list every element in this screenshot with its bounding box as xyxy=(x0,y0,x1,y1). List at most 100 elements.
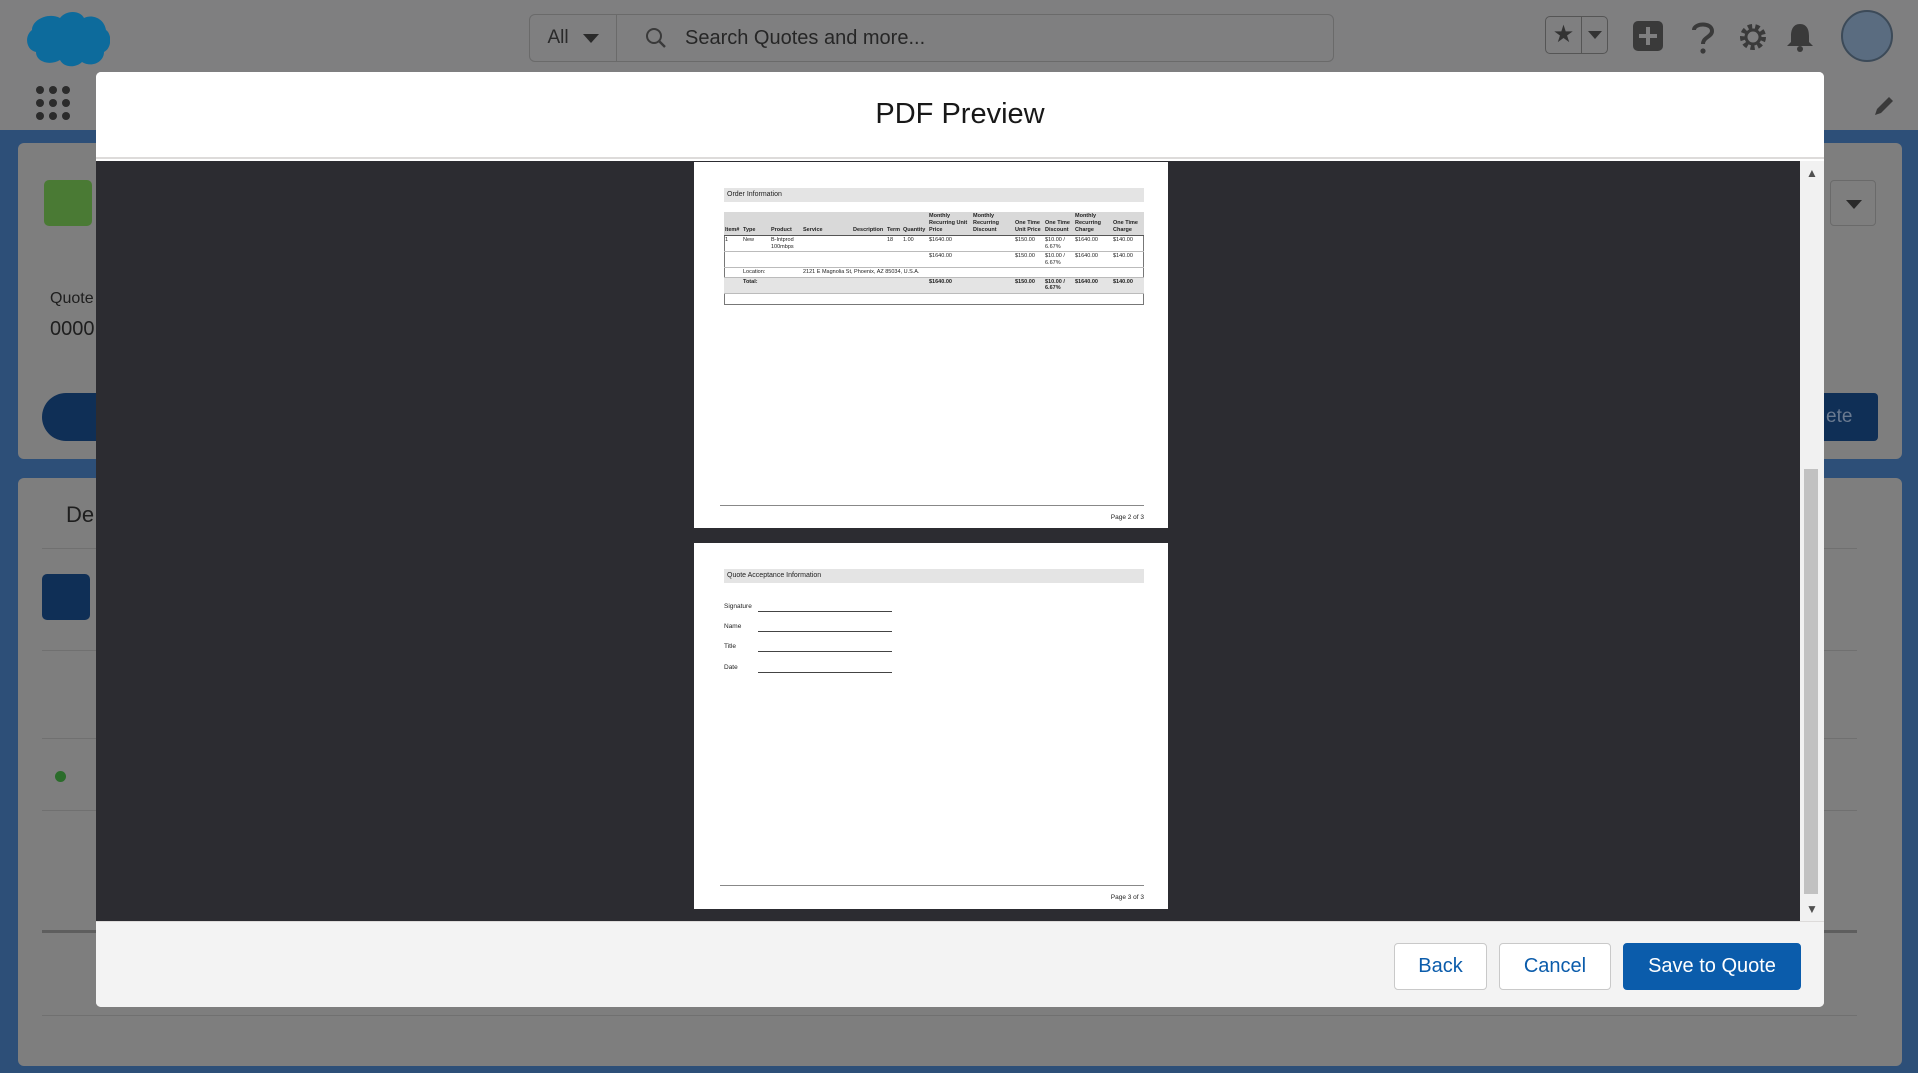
total-label: Total: xyxy=(742,276,928,294)
title-label: Title xyxy=(724,643,737,650)
table-cell xyxy=(770,251,802,268)
scrollbar-thumb[interactable] xyxy=(1804,469,1818,894)
table-cell: $10.00 / 6.67% xyxy=(1044,235,1074,252)
name-line xyxy=(758,631,892,632)
column-header: Item# xyxy=(724,212,742,236)
cancel-button[interactable]: Cancel xyxy=(1499,943,1611,990)
notification-bell-icon[interactable] xyxy=(1786,22,1814,52)
quote-acceptance-header: Quote Acceptance Information xyxy=(724,569,1144,583)
scroll-up-icon[interactable]: ▲ xyxy=(1800,163,1824,183)
column-header: Monthly Recurring Charge xyxy=(1074,212,1112,236)
total-cell: $10.00 / 6.67% xyxy=(1044,276,1074,294)
order-table: Item# Type Product Service Description T… xyxy=(724,212,1144,294)
expand-icon[interactable] xyxy=(42,574,90,620)
location-value: 2121 E Magnolia St, Phoenix, AZ 85034, U… xyxy=(802,267,1144,278)
star-icon: ★ xyxy=(1546,17,1582,53)
column-header: Description xyxy=(852,212,886,236)
column-header: Product xyxy=(770,212,802,236)
user-avatar[interactable] xyxy=(1841,10,1893,62)
table-cell xyxy=(802,235,852,252)
date-label: Date xyxy=(724,664,738,671)
page-number: Page 3 of 3 xyxy=(1110,894,1144,901)
add-icon[interactable] xyxy=(1632,20,1664,52)
divider xyxy=(42,1015,1857,1016)
table-cell: B-Intprod 100mbps xyxy=(770,235,802,252)
salesforce-logo xyxy=(27,12,110,67)
gear-icon[interactable] xyxy=(1738,22,1768,52)
modal-title: PDF Preview xyxy=(875,98,1045,130)
record-field-label: Quote xyxy=(50,290,94,307)
search-input[interactable]: Search Quotes and more... xyxy=(685,27,925,50)
search-icon xyxy=(646,28,666,48)
column-header: Type xyxy=(742,212,770,236)
chevron-down-icon xyxy=(582,33,599,43)
column-header: Quantity xyxy=(902,212,928,236)
pencil-icon[interactable] xyxy=(1872,94,1896,118)
page-number: Page 2 of 3 xyxy=(1110,514,1144,521)
table-cell: $10.00 / 6.67% xyxy=(1044,251,1074,268)
table-cell: $1640.00 xyxy=(1074,251,1112,268)
pdf-page: Quote Acceptance Information Signature N… xyxy=(694,543,1168,909)
save-to-quote-button[interactable]: Save to Quote xyxy=(1623,943,1801,990)
table-cell: $150.00 xyxy=(1014,235,1044,252)
column-header: One Time Unit Price xyxy=(1014,212,1044,236)
location-row: Location: 2121 E Magnolia St, Phoenix, A… xyxy=(724,267,1144,278)
table-cell xyxy=(724,251,742,268)
column-header: One Time Discount xyxy=(1044,212,1074,236)
table-cell xyxy=(902,251,928,268)
table-cell xyxy=(886,251,902,268)
column-header: Service xyxy=(802,212,852,236)
modal-header: PDF Preview xyxy=(96,72,1824,159)
total-cell: $150.00 xyxy=(1014,276,1044,294)
table-cell xyxy=(972,235,1014,252)
total-cell xyxy=(972,276,1014,294)
table-cell: $1640.00 xyxy=(928,251,972,268)
table-cell xyxy=(852,235,886,252)
scroll-down-icon[interactable]: ▼ xyxy=(1800,899,1824,919)
location-label: Location: xyxy=(742,267,802,278)
column-header: One Time Charge xyxy=(1112,212,1144,236)
table-cell xyxy=(972,251,1014,268)
back-button[interactable]: Back xyxy=(1394,943,1487,990)
pdf-preview-modal: PDF Preview Order Information Item# Type… xyxy=(96,72,1824,1007)
signature-line xyxy=(758,611,892,612)
app-launcher-icon[interactable] xyxy=(36,86,70,120)
order-information-header: Order Information xyxy=(724,188,1144,202)
table-cell: 1 xyxy=(724,235,742,252)
table-cell xyxy=(852,251,886,268)
table-cell: New xyxy=(742,235,770,252)
chevron-down-icon xyxy=(1846,200,1862,209)
modal-footer: Back Cancel Save to Quote xyxy=(96,921,1824,1007)
page-footer-rule xyxy=(720,505,1144,506)
global-search[interactable]: All Search Quotes and more... xyxy=(529,14,1334,62)
record-field-value: 0000 xyxy=(50,318,95,340)
favorites-button[interactable]: ★ xyxy=(1545,16,1608,54)
pdf-viewer[interactable]: Order Information Item# Type Product Ser… xyxy=(96,161,1824,921)
header-actions: ★ xyxy=(1545,16,1608,54)
title-line xyxy=(758,651,892,652)
search-scope-selector[interactable]: All xyxy=(530,15,617,61)
status-indicator xyxy=(55,771,66,782)
signature-label: Signature xyxy=(724,603,752,610)
table-cell: 1.00 xyxy=(902,235,928,252)
viewer-scrollbar[interactable]: ▲ ▼ xyxy=(1800,161,1824,921)
column-header: Term xyxy=(886,212,902,236)
table-cell: $1640.00 xyxy=(1074,235,1112,252)
more-actions-button[interactable] xyxy=(1830,180,1876,226)
table-cell: $150.00 xyxy=(1014,251,1044,268)
name-label: Name xyxy=(724,623,742,630)
quote-record-icon xyxy=(44,180,92,226)
details-tab[interactable]: De xyxy=(66,502,94,528)
table-cell xyxy=(742,251,770,268)
total-cell: $140.00 xyxy=(1112,276,1144,294)
table-cell: $140.00 xyxy=(1112,251,1144,268)
table-cell: $1640.00 xyxy=(928,235,972,252)
total-cell: $1640.00 xyxy=(928,276,972,294)
pdf-page: Order Information Item# Type Product Ser… xyxy=(694,162,1168,528)
table-row: $1640.00 $150.00 $10.00 / 6.67% $1640.00… xyxy=(724,251,1144,268)
help-icon[interactable] xyxy=(1690,20,1716,54)
total-row: Total: $1640.00 $150.00 $10.00 / 6.67% $… xyxy=(724,276,1144,294)
column-header: Monthly Recurring Discount xyxy=(972,212,1014,236)
table-cell xyxy=(802,251,852,268)
table-cell: 18 xyxy=(886,235,902,252)
